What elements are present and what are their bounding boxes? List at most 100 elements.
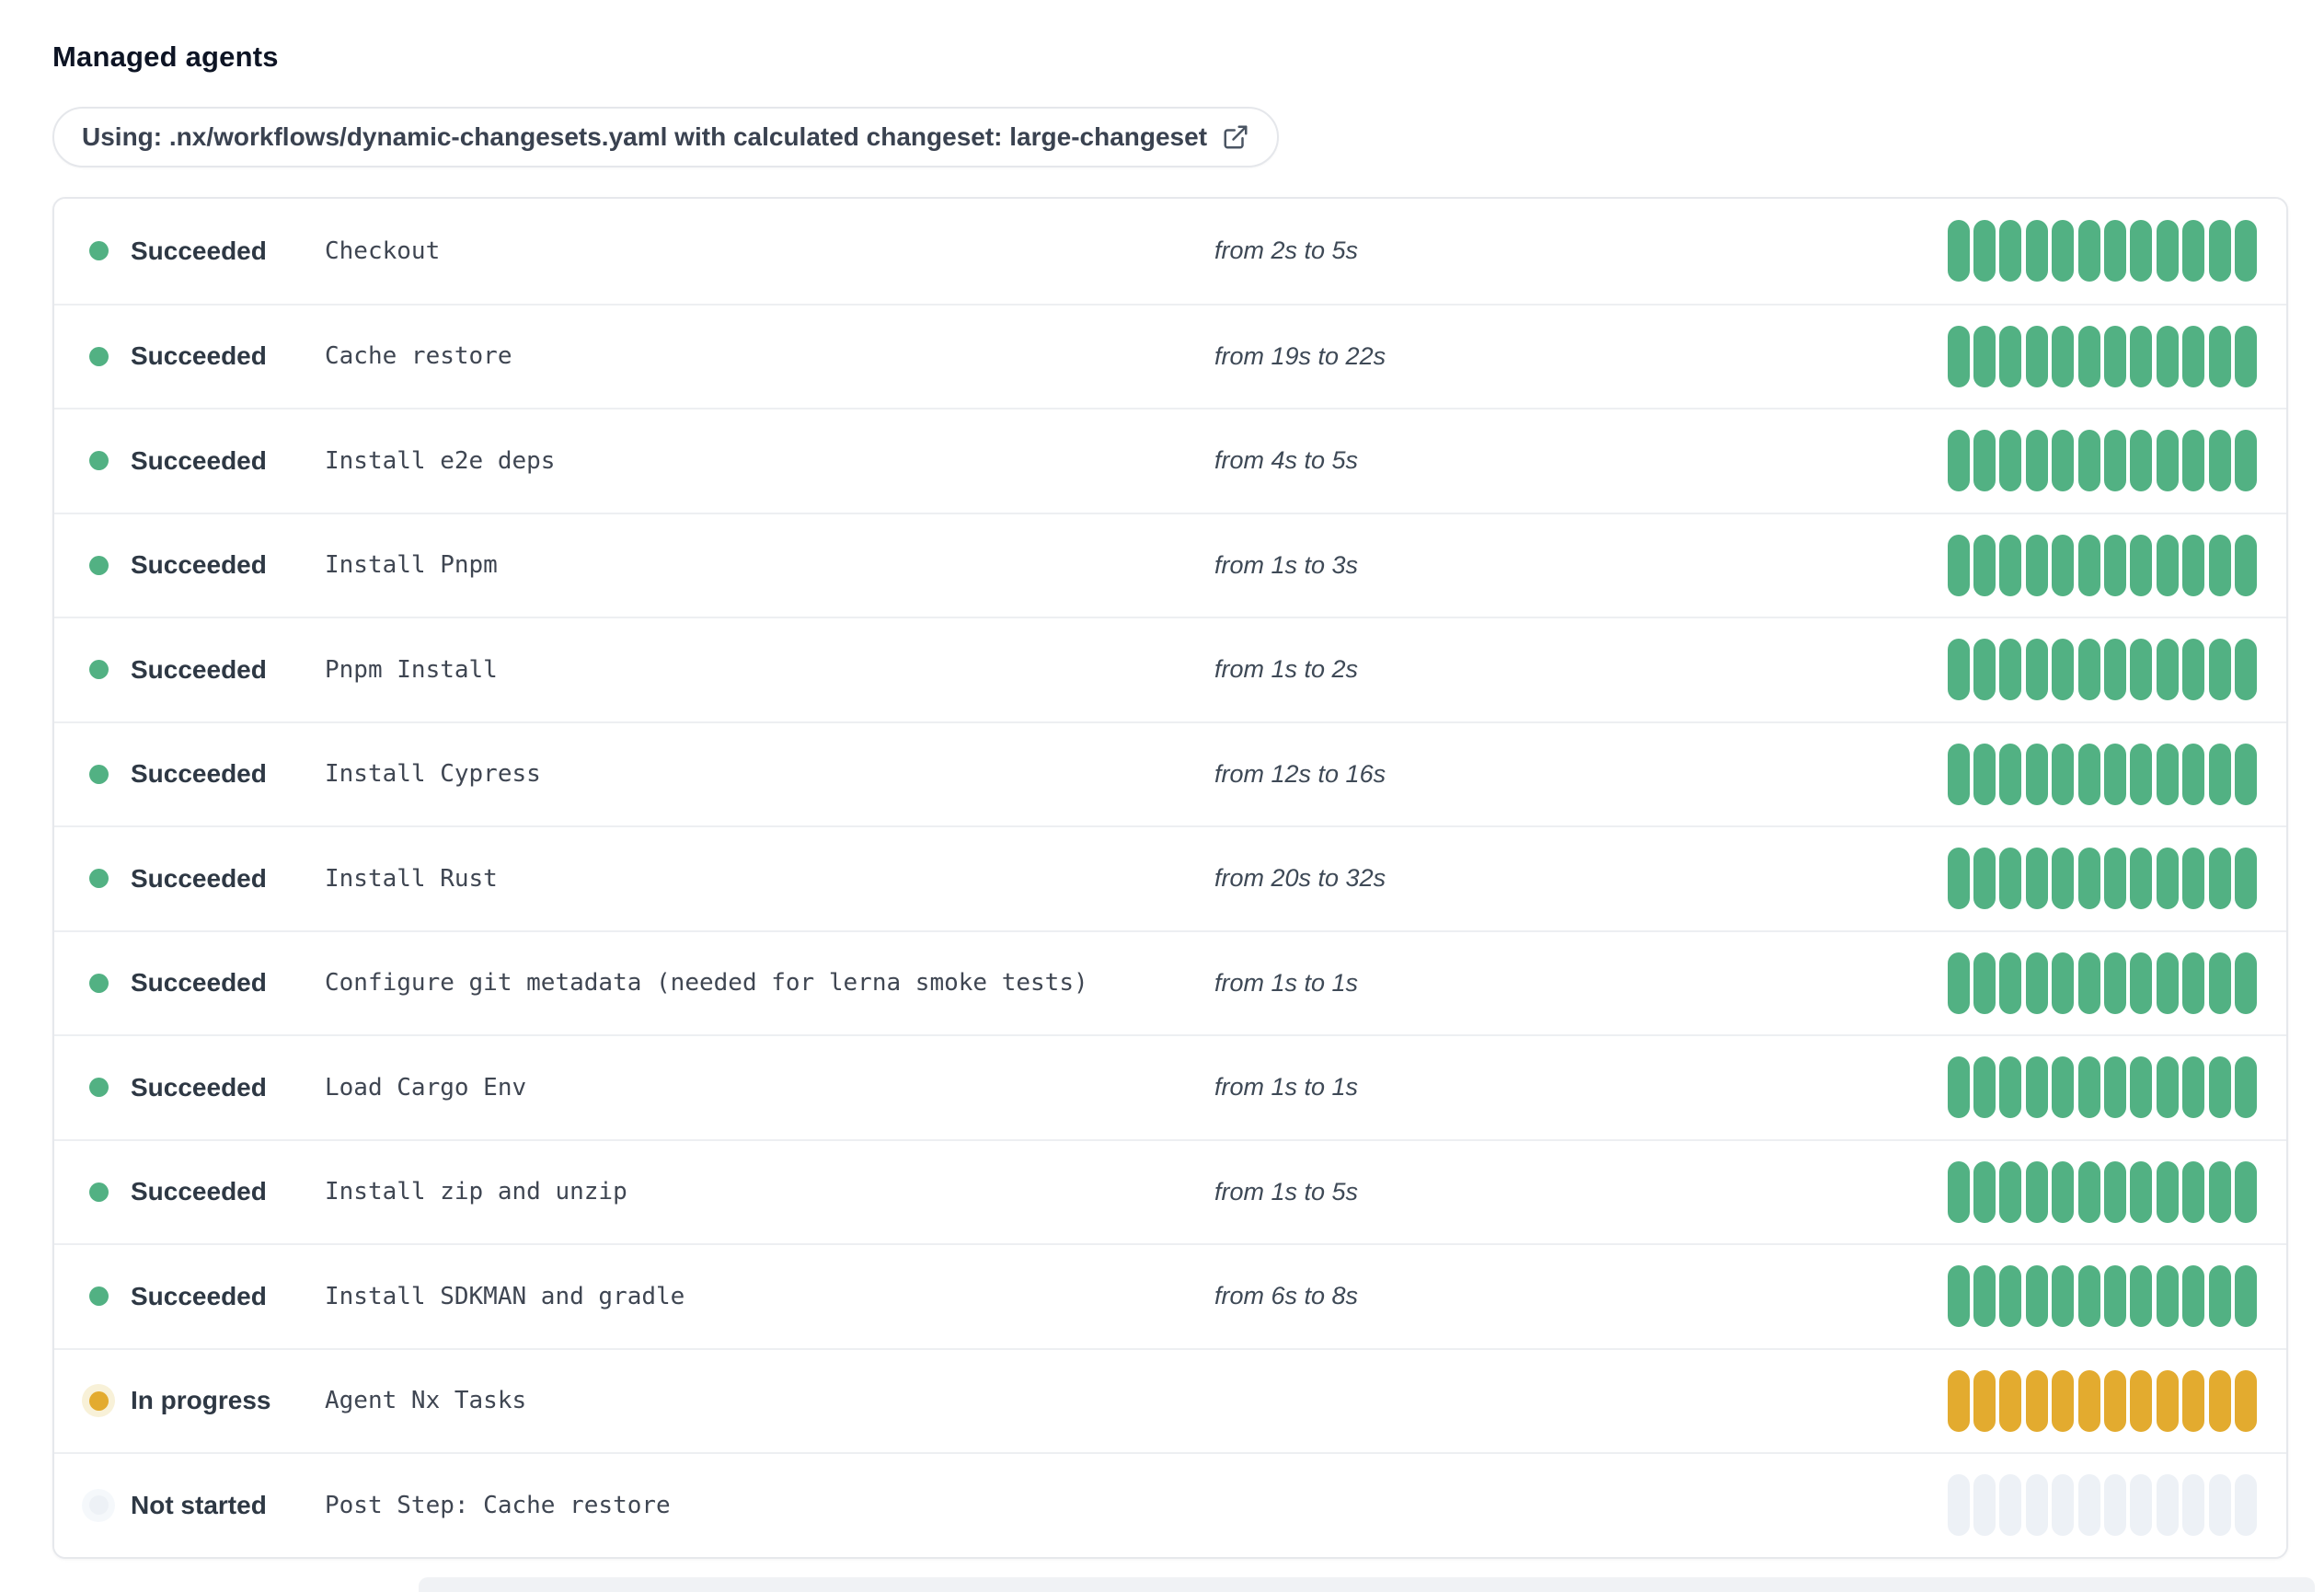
status-dot-halo	[82, 235, 115, 268]
bar-segment	[2130, 848, 2153, 910]
agents-progress-bar	[1947, 1474, 2257, 1537]
bar-segment	[1999, 1056, 2022, 1119]
bar-segment	[1973, 743, 1996, 805]
bar-segment	[2077, 1474, 2100, 1537]
bar-segment	[2077, 534, 2100, 596]
status-dot-icon	[88, 1390, 109, 1411]
status-dot-icon	[88, 346, 109, 366]
bar-segment	[2130, 952, 2153, 1014]
bar-segment	[2052, 1474, 2075, 1537]
bar-segment	[2235, 325, 2257, 387]
bar-segment	[2182, 1265, 2205, 1328]
status-dot-halo	[82, 340, 115, 373]
bar-segment	[1999, 952, 2022, 1014]
agent-step-row[interactable]: Succeeded Load Cargo Env from 1s to 1s	[54, 1034, 2286, 1139]
bar-segment	[2156, 952, 2179, 1014]
bar-segment	[2104, 430, 2127, 492]
bar-segment	[2052, 1160, 2075, 1223]
bar-segment	[2077, 743, 2100, 805]
step-duration: from 12s to 16s	[1214, 759, 1386, 788]
bar-segment	[2208, 639, 2231, 701]
agent-step-row[interactable]: Succeeded Install e2e deps from 4s to 5s	[54, 408, 2286, 513]
bar-segment	[2052, 848, 2075, 910]
bar-segment	[1947, 848, 1970, 910]
status-label: Succeeded	[131, 654, 267, 684]
bar-segment	[2235, 220, 2257, 283]
agent-step-row[interactable]: Not started Post Step: Cache restore	[54, 1452, 2286, 1557]
bar-segment	[2052, 1265, 2075, 1328]
bar-segment	[2208, 848, 2231, 910]
agents-progress-bar	[1947, 1160, 2257, 1223]
bar-segment	[2130, 430, 2153, 492]
agent-step-row[interactable]: Succeeded Install zip and unzip from 1s …	[54, 1138, 2286, 1243]
banner-prefix: Using:	[82, 122, 169, 151]
status-dot-icon	[88, 1078, 109, 1098]
agent-step-row[interactable]: In progress Agent Nx Tasks	[54, 1347, 2286, 1452]
status-label: In progress	[131, 1386, 271, 1415]
bar-segment	[2156, 1265, 2179, 1328]
bar-segment	[2208, 1474, 2231, 1537]
status-dot-icon	[88, 241, 109, 261]
agent-step-row[interactable]: Succeeded Pnpm Install from 1s to 2s	[54, 617, 2286, 721]
bar-segment	[1973, 952, 1996, 1014]
bar-segment	[2025, 1369, 2048, 1432]
step-name: Install Rust	[325, 864, 498, 893]
bar-segment	[1999, 1265, 2022, 1328]
bar-segment	[2182, 430, 2205, 492]
bar-segment	[2235, 534, 2257, 596]
bar-segment	[2104, 534, 2127, 596]
bar-segment	[2052, 1369, 2075, 1432]
bar-segment	[2130, 1160, 2153, 1223]
bar-segment	[2025, 220, 2048, 283]
agent-step-row[interactable]: Succeeded Install SDKMAN and gradle from…	[54, 1243, 2286, 1348]
bar-segment	[2025, 325, 2048, 387]
step-name: Install zip and unzip	[325, 1178, 627, 1206]
bar-segment	[2156, 1369, 2179, 1432]
bar-segment	[2052, 743, 2075, 805]
status-dot-icon	[88, 869, 109, 889]
bar-segment	[2104, 325, 2127, 387]
bar-segment	[2052, 325, 2075, 387]
status-label: Succeeded	[131, 968, 267, 998]
bar-segment	[2182, 1160, 2205, 1223]
agents-progress-bar	[1947, 639, 2257, 701]
agent-step-row[interactable]: Succeeded Install Cypress from 12s to 16…	[54, 721, 2286, 825]
status-label: Succeeded	[131, 341, 267, 371]
external-link-icon[interactable]	[1222, 123, 1249, 151]
bar-segment	[2077, 848, 2100, 910]
agent-step-row[interactable]: Succeeded Install Rust from 20s to 32s	[54, 825, 2286, 930]
bar-segment	[1973, 534, 1996, 596]
status-label: Succeeded	[131, 863, 267, 893]
agent-step-row[interactable]: Succeeded Configure git metadata (needed…	[54, 929, 2286, 1034]
bar-segment	[2156, 1160, 2179, 1223]
agent-step-row[interactable]: Succeeded Checkout from 2s to 5s	[54, 199, 2286, 304]
bar-segment	[2235, 848, 2257, 910]
bar-segment	[1947, 743, 1970, 805]
bar-segment	[2156, 220, 2179, 283]
workflow-banner[interactable]: Using: .nx/workflows/dynamic-changesets.…	[52, 107, 1280, 167]
managed-agents-page: Managed agents Using: .nx/workflows/dyna…	[0, 0, 2324, 1559]
agent-step-row[interactable]: Succeeded Cache restore from 19s to 22s	[54, 303, 2286, 408]
bar-segment	[2182, 534, 2205, 596]
bar-segment	[2104, 1474, 2127, 1537]
status-label: Succeeded	[131, 445, 267, 475]
bar-segment	[1947, 430, 1970, 492]
bar-segment	[2182, 1369, 2205, 1432]
status-dot-halo	[82, 1071, 115, 1104]
bar-segment	[2077, 325, 2100, 387]
bar-segment	[2208, 430, 2231, 492]
agents-progress-bar	[1947, 430, 2257, 492]
bar-segment	[2077, 1369, 2100, 1432]
status-label: Succeeded	[131, 1281, 267, 1310]
status-dot-halo	[82, 1384, 115, 1418]
banner-text: Using: .nx/workflows/dynamic-changesets.…	[82, 122, 1207, 152]
bar-segment	[2025, 952, 2048, 1014]
bar-segment	[2077, 639, 2100, 701]
bar-segment	[1973, 325, 1996, 387]
status-dot-halo	[82, 757, 115, 790]
step-duration: from 1s to 1s	[1214, 968, 1359, 997]
bar-segment	[2025, 639, 2048, 701]
bar-segment	[2235, 1265, 2257, 1328]
step-duration: from 4s to 5s	[1214, 446, 1359, 475]
agent-step-row[interactable]: Succeeded Install Pnpm from 1s to 3s	[54, 512, 2286, 617]
